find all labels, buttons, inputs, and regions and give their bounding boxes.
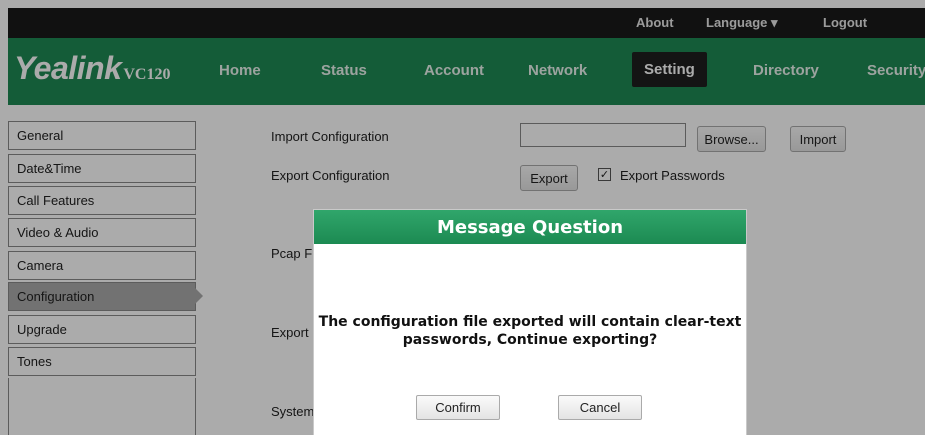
dialog-title: Message Question bbox=[314, 210, 746, 244]
message-question-dialog: Message Question The configuration file … bbox=[313, 209, 747, 435]
cancel-button[interactable]: Cancel bbox=[558, 395, 642, 420]
dialog-message: The configuration file exported will con… bbox=[314, 313, 746, 349]
dialog-message-line-1: The configuration file exported will con… bbox=[318, 314, 742, 330]
confirm-button[interactable]: Confirm bbox=[416, 395, 500, 420]
dialog-message-line-2: passwords, Continue exporting? bbox=[402, 332, 658, 348]
